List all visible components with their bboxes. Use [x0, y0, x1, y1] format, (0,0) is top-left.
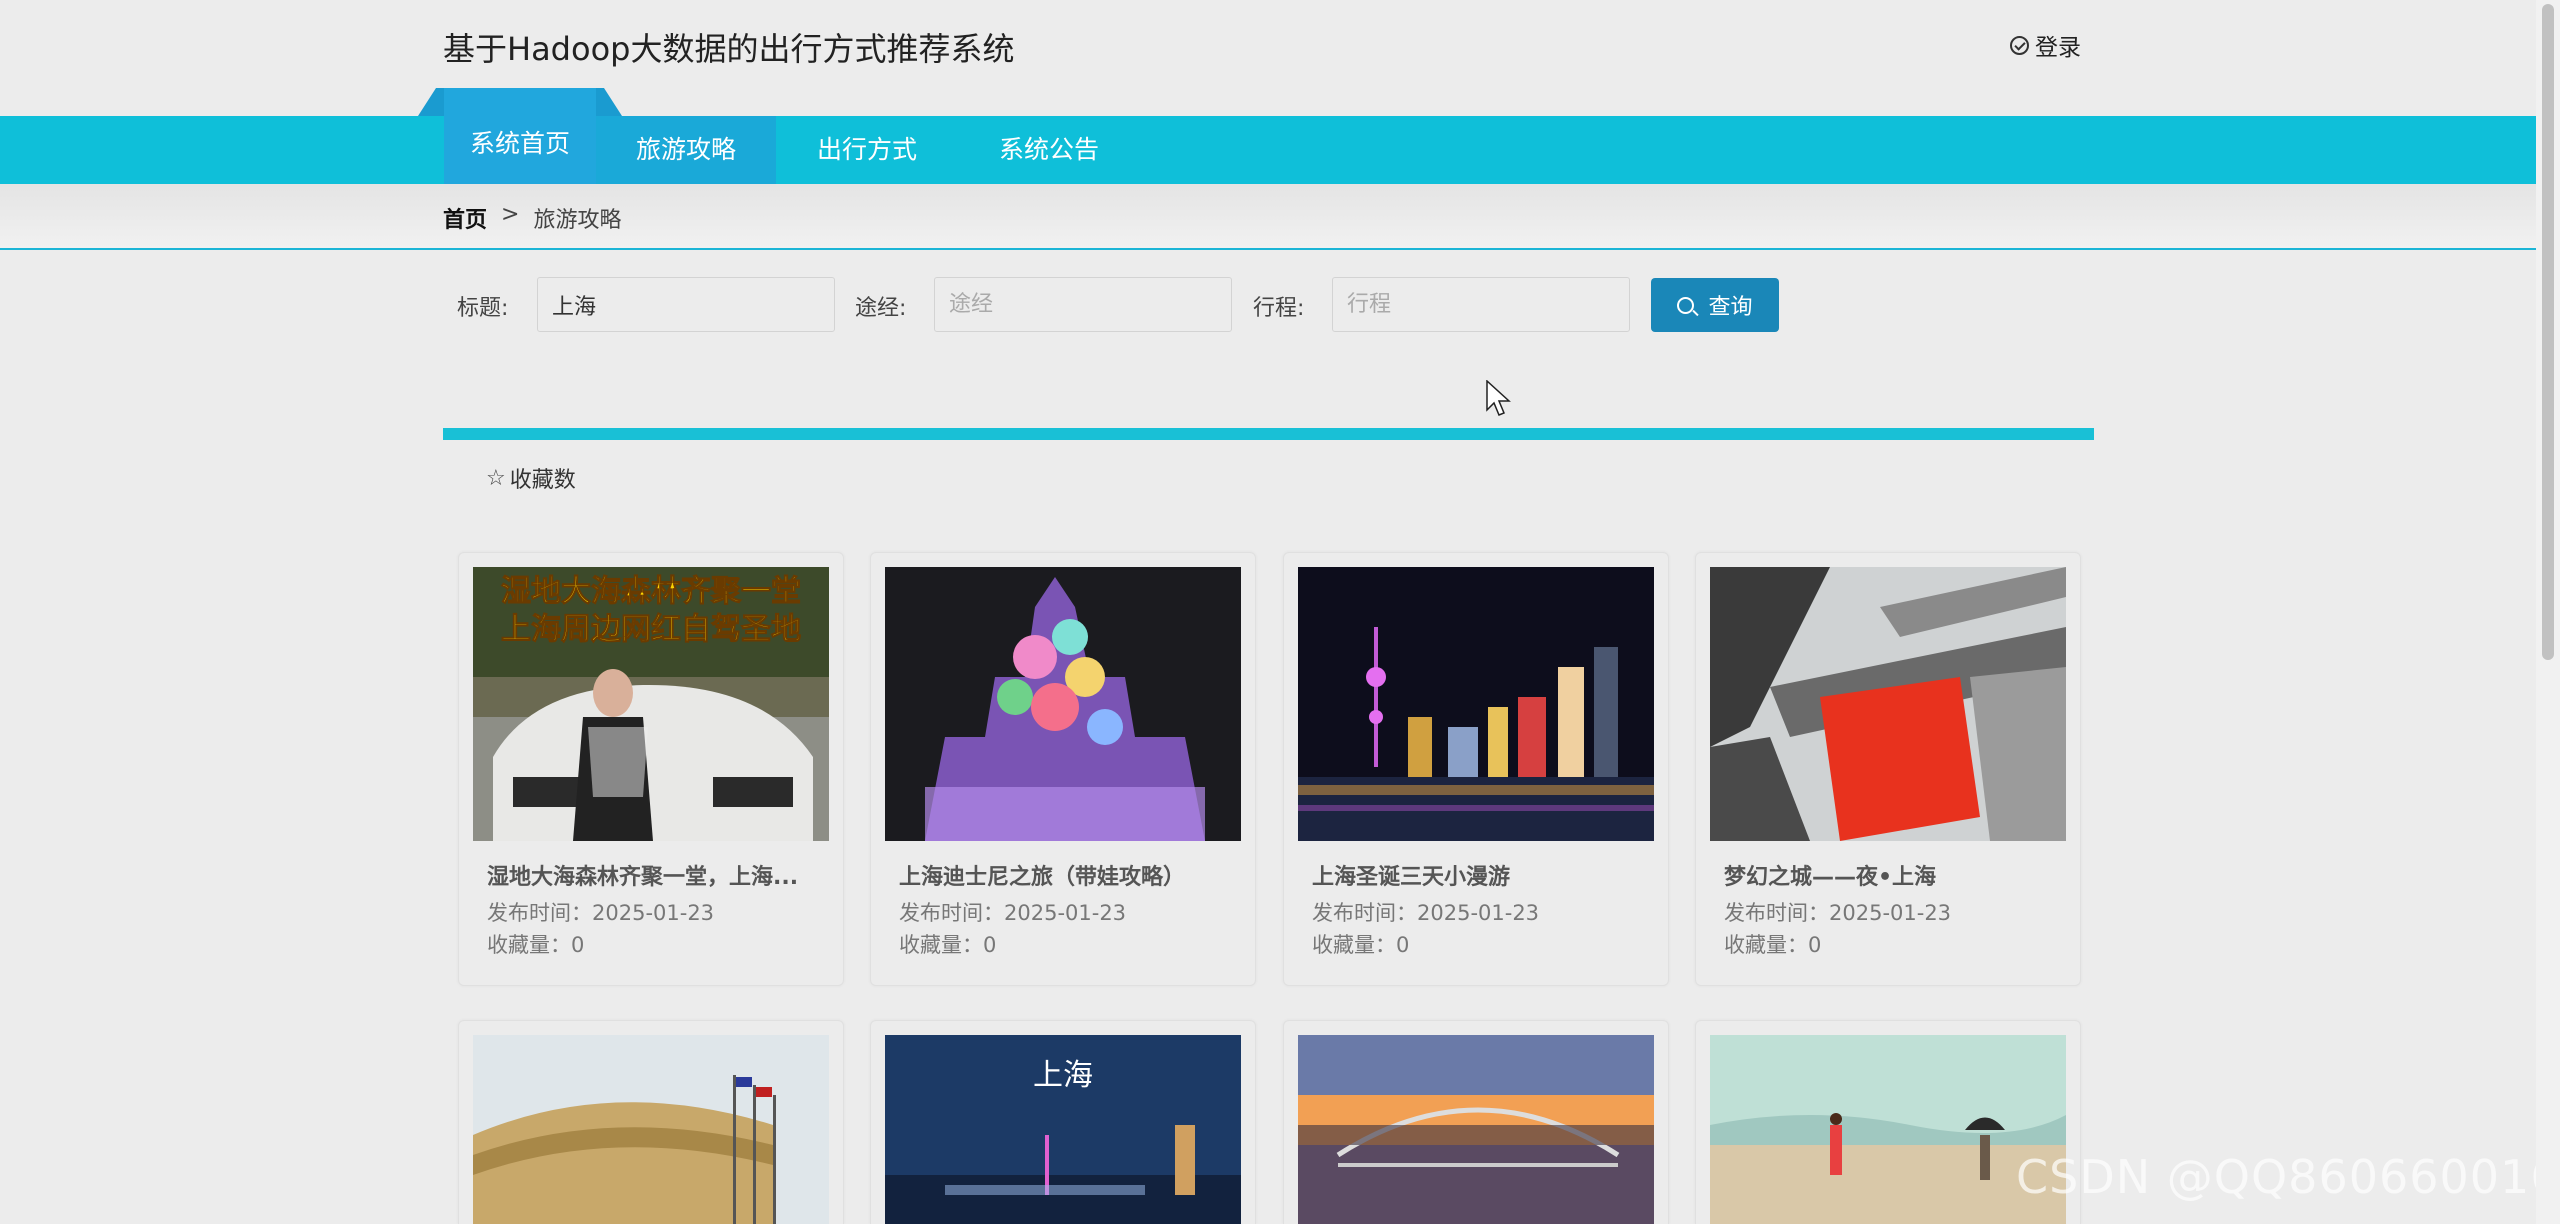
mouse-cursor-icon [1486, 380, 1511, 416]
guide-card[interactable] [458, 1020, 844, 1224]
check-circle-icon [2010, 35, 2029, 55]
title-input[interactable] [537, 277, 835, 332]
card-favorites: 收藏量：0 [1724, 933, 1822, 957]
breadcrumb-home[interactable]: 首页 [443, 202, 487, 234]
login-label: 登录 [2035, 35, 2081, 61]
guide-card-image [473, 1035, 829, 1224]
watermark: CSDN @QQ860660016 [2016, 1150, 2560, 1204]
guide-card-image [885, 567, 1241, 841]
title-label: 标题: [457, 296, 509, 321]
breadcrumb-bar [0, 184, 2536, 250]
card-title: 上海圣诞三天小漫游 [1312, 865, 1511, 890]
card-date: 发布时间：2025-01-23 [899, 901, 1127, 925]
nav-item-home[interactable]: 系统首页 [444, 88, 596, 184]
guide-card-image [1710, 567, 2066, 841]
search-button-label: 查询 [1708, 294, 1753, 319]
guide-card[interactable]: 上海迪士尼之旅（带娃攻略） 发布时间：2025-01-23 收藏量：0 [870, 552, 1256, 986]
site-title: 基于Hadoop大数据的出行方式推荐系统 [443, 30, 1015, 68]
breadcrumb-current: 旅游攻略 [533, 208, 622, 233]
guide-card[interactable]: 上海 [870, 1020, 1256, 1224]
card-date: 发布时间：2025-01-23 [1724, 901, 1952, 925]
card-title: 梦幻之城——夜•上海 [1724, 865, 1937, 890]
main-nav [0, 116, 2536, 184]
guide-card-image: 上海 [885, 1035, 1241, 1224]
search-icon [1677, 296, 1695, 314]
breadcrumb: 首页 > 旅游攻略 [443, 202, 621, 234]
card-favorites: 收藏量：0 [1312, 933, 1410, 957]
card-favorites: 收藏量：0 [899, 933, 997, 957]
guide-card-image [1298, 567, 1654, 841]
guide-card-image [1710, 1035, 2066, 1224]
card-image-caption: 上海 [1033, 1058, 1093, 1093]
top-header: 基于Hadoop大数据的出行方式推荐系统 登录 [0, 0, 2536, 116]
trip-input[interactable] [1332, 277, 1630, 332]
card-title: 上海迪士尼之旅（带娃攻略） [899, 865, 1186, 890]
guide-card[interactable]: 梦幻之城——夜•上海 发布时间：2025-01-23 收藏量：0 [1695, 552, 2081, 986]
trip-label: 行程: [1253, 296, 1305, 321]
guide-card[interactable]: 湿地大海森林齐聚一堂 上海周边网红自驾圣地 湿地大海森林齐聚一堂，上海... 发… [458, 552, 844, 986]
star-icon: ☆ [486, 465, 506, 491]
route-label: 途经: [855, 296, 907, 321]
card-date: 发布时间：2025-01-23 [1312, 901, 1540, 925]
nav-item-travel-mode[interactable]: 出行方式 [776, 116, 958, 184]
sort-label: 收藏数 [509, 468, 576, 493]
scrollbar-thumb[interactable] [2542, 4, 2554, 660]
search-button[interactable]: 查询 [1651, 278, 1779, 332]
card-date: 发布时间：2025-01-23 [487, 901, 715, 925]
guide-card[interactable]: 上海圣诞三天小漫游 发布时间：2025-01-23 收藏量：0 [1283, 552, 1669, 986]
section-divider [443, 428, 2094, 440]
route-input[interactable] [934, 277, 1232, 332]
card-title: 湿地大海森林齐聚一堂，上海... [487, 865, 799, 890]
nav-item-travel-guide[interactable]: 旅游攻略 [596, 116, 776, 184]
nav-item-notice[interactable]: 系统公告 [958, 116, 1140, 184]
card-favorites: 收藏量：0 [487, 933, 585, 957]
page-scrollbar[interactable] [2536, 0, 2560, 1224]
guide-card-image: 湿地大海森林齐聚一堂 上海周边网红自驾圣地 [473, 567, 829, 841]
breadcrumb-separator: > [501, 202, 520, 227]
guide-card-image [1298, 1035, 1654, 1224]
card-image-caption: 湿地大海森林齐聚一堂 [501, 574, 801, 609]
guide-card[interactable] [1283, 1020, 1669, 1224]
login-link[interactable]: 登录 [2010, 28, 2081, 62]
card-image-caption: 上海周边网红自驾圣地 [501, 612, 801, 647]
sort-by-favorites[interactable]: ☆ 收藏数 [486, 462, 576, 494]
